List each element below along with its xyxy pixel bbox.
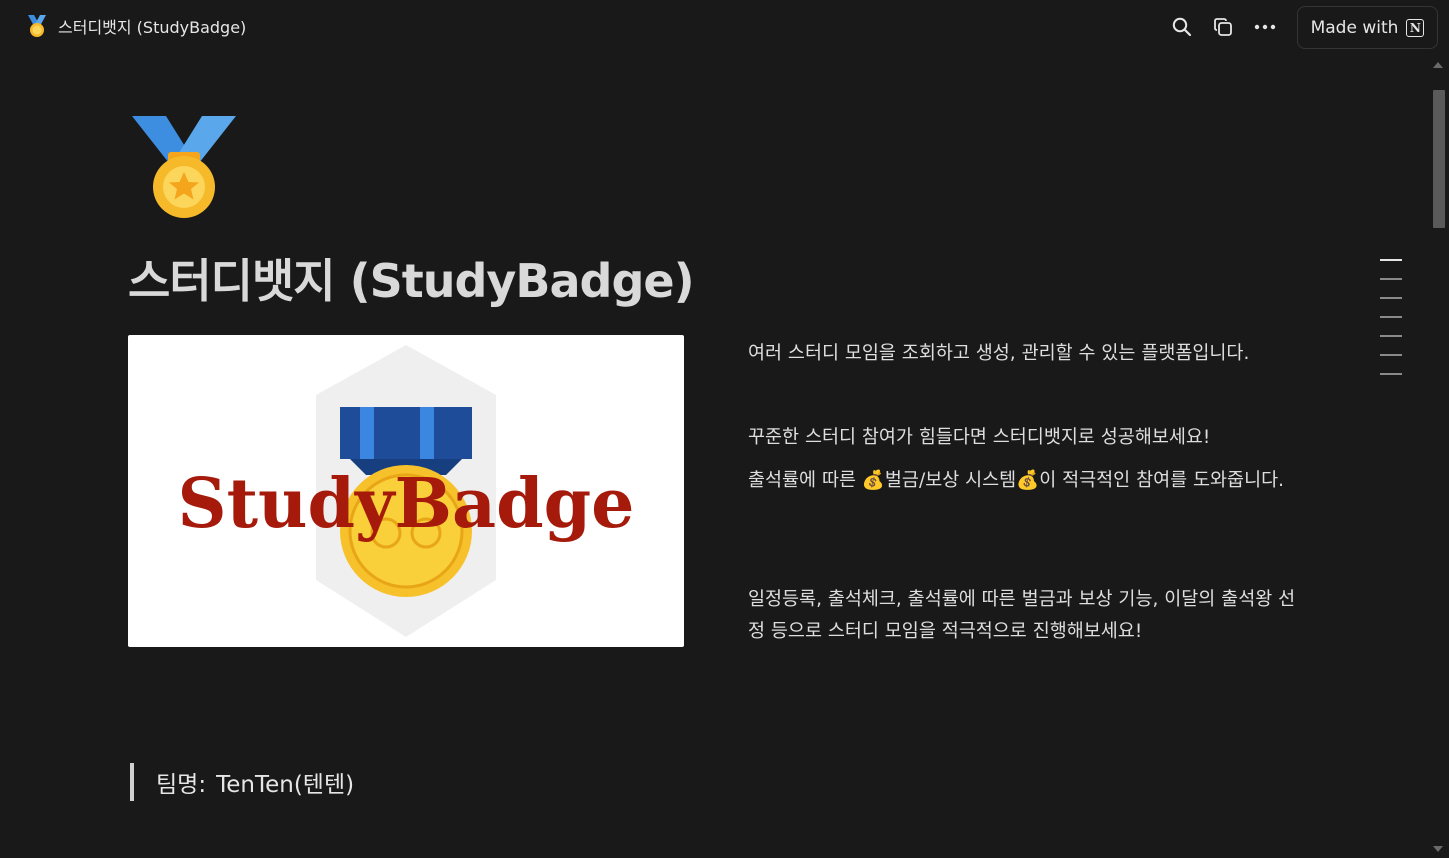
team-label: 팀명: <box>156 772 207 798</box>
team-value: TenTen(텐텐) <box>216 772 355 798</box>
scroll-up-arrow[interactable] <box>1433 62 1443 68</box>
table-of-contents[interactable] <box>1380 259 1402 392</box>
toc-item[interactable] <box>1380 354 1402 356</box>
toc-item[interactable] <box>1380 335 1402 337</box>
duplicate-icon[interactable] <box>1211 15 1235 39</box>
notion-logo-icon: N <box>1406 18 1425 37</box>
made-with-label: Made with <box>1310 17 1399 38</box>
paragraph-2: 꾸준한 스터디 참여가 힘들다면 스터디뱃지로 성공해보세요! <box>748 427 1211 448</box>
more-icon[interactable] <box>1253 15 1277 39</box>
breadcrumb[interactable]: 스터디뱃지 (StudyBadge) <box>26 14 246 38</box>
team-quote: 팀명: TenTen(텐텐) <box>130 763 354 801</box>
paragraph-1: 여러 스터디 모임을 조회하고 생성, 관리할 수 있는 플랫폼입니다. <box>748 343 1250 364</box>
scrollbar[interactable] <box>1431 90 1447 858</box>
scroll-thumb[interactable] <box>1433 90 1445 228</box>
toc-item[interactable] <box>1380 278 1402 280</box>
page-title: 스터디뱃지 (StudyBadge) <box>128 254 695 308</box>
breadcrumb-title: 스터디뱃지 (StudyBadge) <box>58 18 247 37</box>
medal-icon[interactable] <box>130 114 238 222</box>
toc-item[interactable] <box>1380 316 1402 318</box>
scroll-down-arrow[interactable] <box>1433 846 1443 852</box>
toc-item[interactable] <box>1380 373 1402 375</box>
medal-icon <box>28 15 46 37</box>
top-bar: 스터디뱃지 (StudyBadge) Made with N <box>0 0 1449 56</box>
cover-logo-text: StudyBadge <box>178 464 635 544</box>
paragraph-4: 일정등록, 출석체크, 출석률에 따른 벌금과 보상 기능, 이달의 출석왕 선… <box>748 589 1296 642</box>
paragraph-3: 출석률에 따른 💰벌금/보상 시스템💰이 적극적인 참여를 도와줍니다. <box>748 470 1284 491</box>
made-with-notion-button[interactable]: Made with N <box>1297 6 1438 49</box>
cover-image: StudyBadge <box>128 335 684 647</box>
quote-bar <box>130 763 134 801</box>
toc-item[interactable] <box>1380 297 1402 299</box>
toc-item[interactable] <box>1380 259 1402 261</box>
study-badge-logo: StudyBadge <box>178 345 635 637</box>
search-icon[interactable] <box>1170 15 1194 39</box>
